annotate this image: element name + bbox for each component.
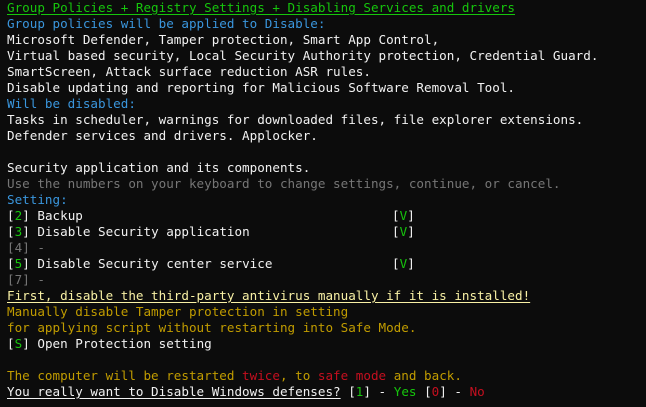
disabled-line: Defender services and drivers. Applocker… <box>7 128 318 143</box>
disabled-line: Tasks in scheduler, warnings for downloa… <box>7 112 584 127</box>
restart-twice: twice <box>242 368 280 383</box>
restart-text: The computer will be restarted <box>7 368 243 383</box>
setting-label: Disable Security application <box>37 224 250 239</box>
no-option[interactable]: No <box>470 384 485 399</box>
setting-label: Backup <box>37 208 83 223</box>
setting-label: - <box>37 240 45 255</box>
prompt-question: You really want to Disable Windows defen… <box>7 384 341 399</box>
settings-title: Setting: <box>7 192 68 207</box>
setting-label: - <box>37 272 45 287</box>
tamper-note-line: for applying script without restarting i… <box>7 320 417 335</box>
policies-line: Virtual based security, Local Security A… <box>7 48 599 63</box>
setting-label: Disable Security center service <box>37 256 273 271</box>
antivirus-warning: First, disable the third-party antivirus… <box>7 288 531 303</box>
header-title: Group Policies + Registry Settings + Dis… <box>7 0 515 15</box>
restart-text: and back. <box>386 368 462 383</box>
setting-option-7[interactable]: [7] - <box>7 272 646 288</box>
restart-text: , to <box>279 368 318 383</box>
disabled-title: Will be disabled: <box>7 96 136 111</box>
option-label: Open Protection setting <box>37 336 212 351</box>
policies-line: Microsoft Defender, Tamper protection, S… <box>7 32 440 47</box>
setting-option-4[interactable]: [4] - <box>7 240 646 256</box>
policies-title: Group policies will be applied to Disabl… <box>7 16 326 31</box>
restart-safe-mode: safe mode <box>317 368 387 383</box>
open-protection-option[interactable]: [S] Open Protection setting <box>7 336 646 352</box>
yes-option[interactable]: Yes <box>394 384 417 399</box>
confirm-prompt: You really want to Disable Windows defen… <box>7 384 485 399</box>
setting-option-disable-security-app[interactable]: [3] Disable Security application [V] <box>7 224 646 240</box>
console-window: Group Policies + Registry Settings + Dis… <box>0 0 646 407</box>
security-app-text: Security application and its components. <box>7 160 311 175</box>
setting-option-disable-security-center[interactable]: [5] Disable Security center service [V] <box>7 256 646 272</box>
policies-line: SmartScreen, Attack surface reduction AS… <box>7 64 371 79</box>
instructions-text: Use the numbers on your keyboard to chan… <box>7 176 561 191</box>
tamper-note-line: Manually disable Tamper protection in se… <box>7 304 349 319</box>
policies-line: Disable updating and reporting for Malic… <box>7 80 515 95</box>
restart-notice: The computer will be restarted twice, to… <box>7 368 646 384</box>
setting-option-backup[interactable]: [2] Backup [V] <box>7 208 646 224</box>
